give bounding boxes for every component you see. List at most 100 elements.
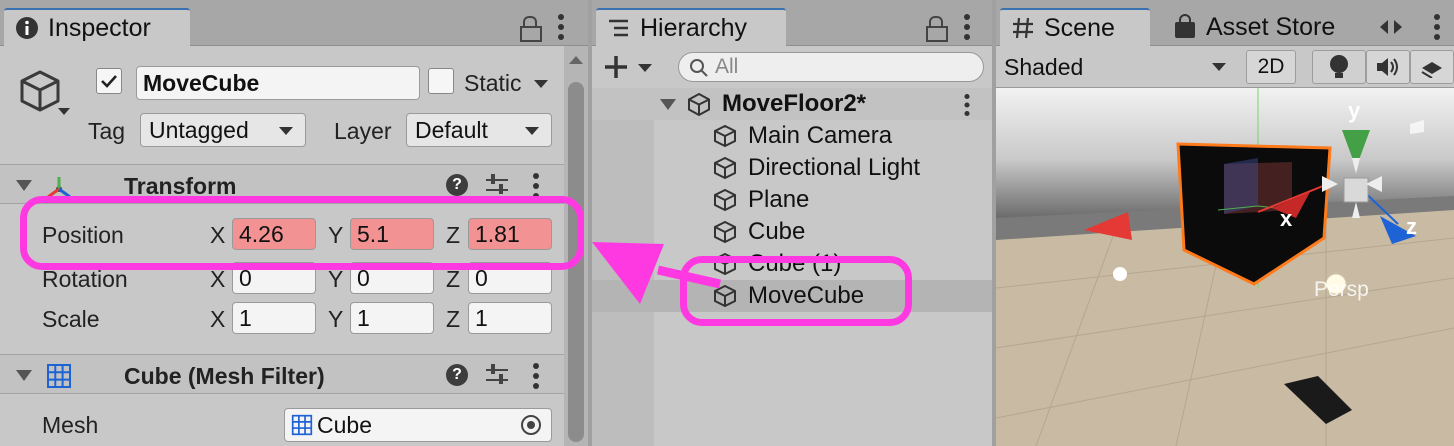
add-object-button[interactable] [602,52,658,82]
hierarchy-item-label: Directional Light [748,154,921,181]
inspector-panel: Inspector MoveCube Static Tag Untagged L… [0,0,588,446]
mesh-value: Cube [317,411,372,438]
position-highlight-annotation [20,196,584,270]
rotation-x-label[interactable]: X [210,266,225,293]
layers-icon [1421,62,1442,78]
presets-icon[interactable] [486,364,508,386]
mesh-field[interactable]: Cube [284,408,552,442]
gameobject-icon [714,188,736,212]
mesh-label: Mesh [42,412,99,438]
scene-menu-icon[interactable] [964,93,970,117]
object-picker-icon[interactable] [521,415,541,435]
effects-toggle-button[interactable] [1410,50,1454,84]
gizmo-y-label: y [1348,98,1361,123]
rotation-z-label[interactable]: Z [446,266,460,293]
gameobject-icon [714,156,736,180]
camera-gizmo-icon [1113,267,1127,281]
tab-scroll-left-icon[interactable] [1380,20,1388,34]
help-icon[interactable]: ? [446,174,468,196]
tab-asset-store[interactable]: Asset Store [1162,8,1382,46]
tab-hierarchy-label: Hierarchy [640,13,747,42]
active-checkbox[interactable] [96,68,122,94]
lightbulb-icon [1330,55,1348,78]
chevron-down-icon [1212,63,1226,71]
hierarchy-item-label: Plane [748,186,810,213]
scene-row[interactable]: MoveFloor2* [592,88,992,120]
layer-value: Default [415,116,488,143]
grid-hash-icon [1010,15,1036,41]
help-icon[interactable]: ? [446,364,468,386]
persp-label[interactable]: Persp [1314,278,1369,302]
static-label: Static [464,70,522,96]
mesh-icon [291,414,313,436]
rotation-y-label[interactable]: Y [328,266,343,293]
layer-label: Layer [334,118,392,144]
mesh-filter-header[interactable]: Cube (Mesh Filter) ? [0,354,588,394]
gameobject-icon-dropdown[interactable] [58,108,70,115]
scale-z-label[interactable]: Z [446,306,460,333]
hierarchy-item-main-camera[interactable]: Main Camera [592,120,992,152]
layer-dropdown[interactable]: Default [406,113,552,147]
scale-z-field[interactable]: 1 [468,302,552,334]
tab-inspector-label: Inspector [48,13,151,42]
scroll-up-arrow-icon[interactable] [569,56,583,64]
info-icon [14,15,40,41]
hierarchy-item-directional-light[interactable]: Directional Light [592,152,992,184]
tag-dropdown[interactable]: Untagged [140,113,306,147]
shading-mode-value: Shaded [1004,53,1084,80]
tab-scene[interactable]: Scene [1000,8,1150,46]
unity-scene-icon [686,91,712,117]
scene-viewport[interactable]: y x z Persp [996,88,1454,446]
lock-icon[interactable] [926,16,948,42]
lock-icon[interactable] [520,16,542,42]
lighting-toggle-button[interactable] [1312,50,1366,84]
hierarchy-item-plane[interactable]: Plane [592,184,992,216]
static-checkbox[interactable] [428,68,454,94]
scene-toolbar: Shaded 2D [996,46,1454,88]
tag-label: Tag [88,118,126,144]
plus-icon [605,56,652,78]
chevron-down-icon [279,127,293,135]
foldout-arrow-icon[interactable] [16,370,32,381]
scale-y-field[interactable]: 1 [350,302,434,334]
hierarchy-search-input[interactable]: All [678,52,984,82]
tab-inspector[interactable]: Inspector [4,8,190,46]
object-name-field[interactable]: MoveCube [136,66,420,100]
gameobject-icon [16,68,64,116]
scale-x-label[interactable]: X [210,306,225,333]
annotation-arrow [592,242,721,304]
mesh-filter-title: Cube (Mesh Filter) [124,363,325,389]
inspector-tabbar: Inspector [0,0,588,46]
tab-scroll-right-icon[interactable] [1394,20,1402,34]
foldout-arrow-icon[interactable] [660,99,676,110]
shading-mode-dropdown[interactable]: Shaded [996,46,1236,88]
toggle-2d-button[interactable]: 2D [1246,50,1296,84]
inspector-menu-icon[interactable] [558,14,564,40]
tab-asset-store-label: Asset Store [1206,12,1336,41]
presets-icon[interactable] [486,174,508,196]
mesh-filter-icon [46,363,72,389]
audio-toggle-button[interactable] [1366,50,1410,84]
hierarchy-item-label: Main Camera [748,122,893,149]
hierarchy-menu-icon[interactable] [964,14,970,40]
scale-x-field[interactable]: 1 [232,302,316,334]
shopping-bag-icon [1172,14,1198,40]
hierarchy-panel: Hierarchy All MoveFloor2* Main Camera Di… [592,0,992,446]
scale-y-label[interactable]: Y [328,306,343,333]
hierarchy-search-placeholder: All [715,55,739,78]
scene-view-render [996,88,1454,446]
tab-hierarchy[interactable]: Hierarchy [596,8,786,46]
scene-name: MoveFloor2* [722,90,867,117]
chevron-down-icon [525,127,539,135]
scene-menu-icon[interactable] [1434,14,1440,40]
scale-label: Scale [42,306,100,332]
foldout-arrow-icon[interactable] [16,180,32,191]
static-dropdown-arrow[interactable] [534,80,548,88]
component-menu-icon[interactable] [533,363,539,389]
rotation-label: Rotation [42,266,128,292]
checkmark-icon [101,75,117,88]
gameobject-icon [714,124,736,148]
hierarchy-item-label: Cube [748,218,806,245]
gizmo-x-label: x [1280,206,1293,231]
tag-value: Untagged [149,116,249,143]
